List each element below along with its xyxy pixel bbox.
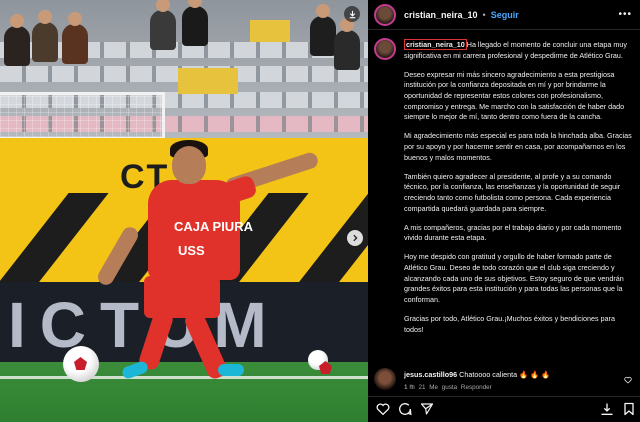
avatar[interactable]: [374, 3, 396, 26]
comment-avatar[interactable]: [374, 368, 396, 390]
follow-button[interactable]: Seguir: [491, 10, 519, 20]
share-icon: [420, 403, 434, 415]
spectator: [150, 0, 176, 50]
caption-paragraph: Mi agradecimiento más especial es para t…: [404, 131, 632, 162]
next-media-button[interactable]: [347, 230, 363, 246]
caption-paragraph: cristian_neira_10 Ha llegado el momento d…: [404, 39, 627, 60]
spectator: [62, 12, 88, 64]
action-bar: [368, 396, 640, 422]
separator-dot: •: [482, 9, 486, 20]
post-panel: cristian_neira_10 • Seguir ••• cristian_…: [368, 0, 640, 422]
comment-meta: 1 h 21 Me gusta Responder: [404, 384, 492, 391]
caption-paragraph: Hoy me despido con gratitud y orgullo de…: [404, 252, 624, 304]
comment-time: 1 h: [404, 384, 415, 391]
jersey-text: USS: [178, 243, 205, 258]
comment-button[interactable]: [398, 402, 412, 416]
caption-paragraph: Gracias por todo, Atlético Grau.¡Muchos …: [404, 314, 615, 334]
like-button[interactable]: [376, 402, 390, 416]
comment-icon: [399, 403, 412, 416]
save-button[interactable]: [622, 402, 636, 416]
spectator: [32, 10, 58, 62]
post-header: cristian_neira_10 • Seguir •••: [368, 0, 640, 30]
caption: cristian_neira_10 Ha llegado el momento d…: [404, 39, 636, 344]
yellow-seats: [178, 68, 238, 94]
bookmark-icon: [624, 402, 634, 416]
yellow-seats: [250, 20, 290, 42]
spectator: [4, 14, 30, 66]
caption-avatar[interactable]: [374, 38, 396, 60]
more-options-button[interactable]: •••: [618, 9, 632, 20]
post-username[interactable]: cristian_neira_10: [404, 10, 478, 20]
download-button[interactable]: [344, 6, 360, 22]
comment-like-icon[interactable]: [624, 376, 632, 384]
jersey-sponsor: CAJA PIURA: [174, 219, 253, 234]
share-button[interactable]: [420, 402, 434, 416]
caption-paragraph: También quiero agradecer al presidente, …: [404, 171, 621, 213]
spectator: [310, 4, 336, 56]
caption-username[interactable]: cristian_neira_10: [404, 39, 467, 50]
spectator: [334, 18, 360, 70]
spectator: [182, 0, 208, 46]
chevron-right-icon: [353, 234, 358, 242]
repost-button[interactable]: [600, 402, 614, 416]
comment-item: jesus.castillo96 Chatoooo calienta 🔥 🔥 🔥…: [368, 364, 640, 391]
comment-text: Chatoooo calienta 🔥 🔥 🔥: [459, 370, 550, 379]
goal-net: [0, 92, 165, 140]
comment-likes[interactable]: 21 Me gusta: [419, 384, 458, 391]
comment-username[interactable]: jesus.castillo96: [404, 370, 457, 379]
repost-icon: [601, 403, 613, 415]
comment-body: jesus.castillo96 Chatoooo calienta 🔥 🔥 🔥: [404, 370, 550, 379]
download-icon: [349, 10, 355, 18]
caption-paragraph: A mis compañeros, gracias por el trabajo…: [404, 222, 622, 243]
heart-icon: [376, 403, 390, 416]
player: CAJA PIURA USS: [95, 140, 330, 390]
reply-button[interactable]: Responder: [461, 384, 492, 391]
post-media[interactable]: CT ICTUM CAJA PIURA USS: [0, 0, 368, 422]
soccer-ball: [63, 346, 99, 382]
caption-area: cristian_neira_10 Ha llegado el momento d…: [368, 36, 640, 391]
caption-paragraph: Deseo expresar mi más sincero agradecimi…: [404, 69, 625, 122]
stadium-stands: [0, 0, 368, 150]
